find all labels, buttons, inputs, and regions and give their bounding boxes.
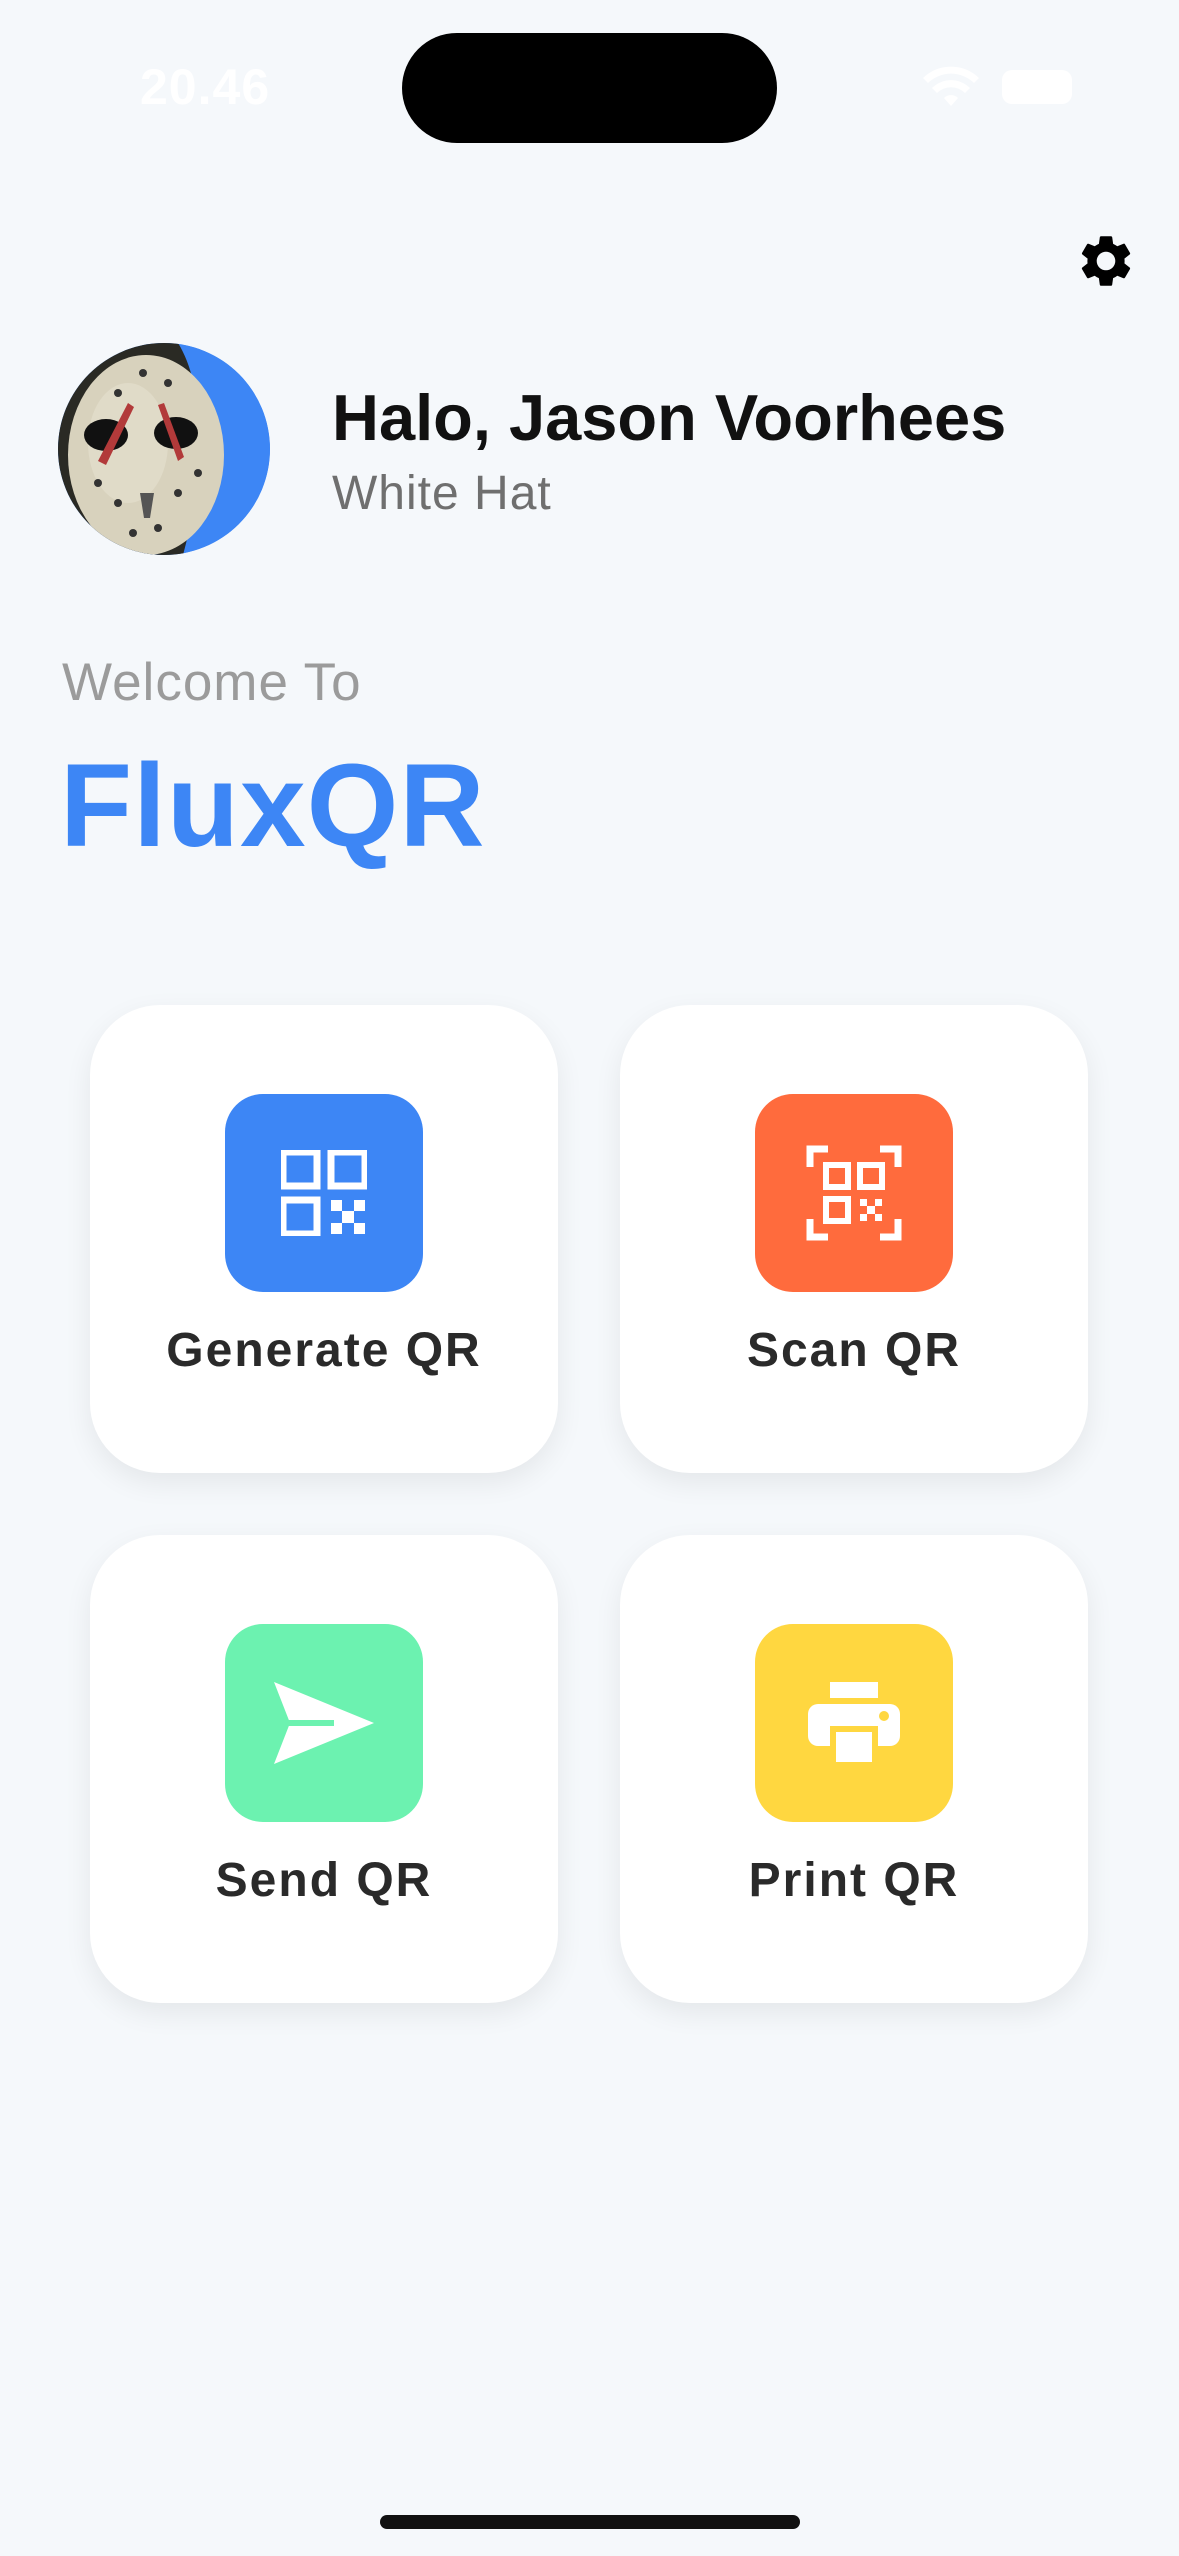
scan-qr-label: Scan QR: [746, 1324, 962, 1377]
user-role: White Hat: [332, 467, 552, 520]
status-bar: 20.46: [0, 0, 1179, 170]
send-qr-button[interactable]: Send QR: [90, 1535, 558, 2003]
generate-qr-button[interactable]: Generate QR: [90, 1005, 558, 1473]
status-time: 20.46: [140, 59, 271, 115]
send-icon: [225, 1624, 423, 1822]
welcome-text: Welcome To: [62, 653, 362, 712]
app-title: FluxQR: [60, 740, 486, 872]
home-indicator[interactable]: [380, 2515, 800, 2529]
greeting-text: Halo, Jason Voorhees: [332, 381, 1007, 454]
avatar[interactable]: [58, 343, 270, 555]
qr-scan-icon: [755, 1094, 953, 1292]
gear-icon: [1081, 236, 1131, 286]
dynamic-island: [402, 33, 777, 143]
qr-code-icon: [225, 1094, 423, 1292]
generate-qr-label: Generate QR: [166, 1324, 482, 1377]
battery-icon: [1002, 70, 1072, 104]
scan-qr-button[interactable]: Scan QR: [620, 1005, 1088, 1473]
hockey-mask-avatar-image: [58, 343, 270, 555]
settings-button[interactable]: [1070, 225, 1142, 297]
send-qr-label: Send QR: [215, 1854, 433, 1907]
printer-icon: [755, 1624, 953, 1822]
print-qr-button[interactable]: Print QR: [620, 1535, 1088, 2003]
print-qr-label: Print QR: [748, 1854, 960, 1907]
wifi-icon: [923, 66, 979, 106]
